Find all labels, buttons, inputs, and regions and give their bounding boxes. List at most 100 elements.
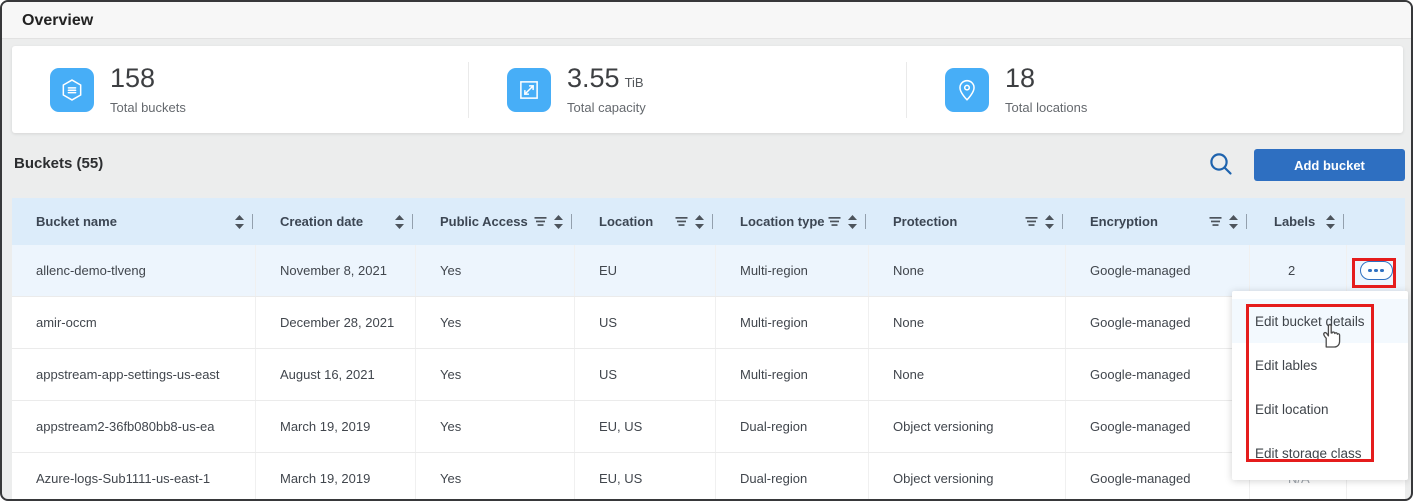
stat-text: 158 Total buckets	[110, 64, 186, 115]
add-bucket-button[interactable]: Add bucket	[1254, 149, 1405, 181]
column-divider	[1062, 214, 1063, 229]
table-row: appstream2-36fb080bb8-us-ea March 19, 20…	[12, 401, 1405, 453]
filter-icon[interactable]	[1209, 216, 1222, 227]
sort-icon[interactable]	[1326, 215, 1335, 229]
table-row: Azure-logs-Sub1111-us-east-1 March 19, 2…	[12, 453, 1405, 501]
cell-location: EU, US	[575, 401, 716, 452]
column-label: Labels	[1274, 214, 1315, 229]
cell-public-access: Yes	[416, 297, 575, 348]
column-label: Public Access	[440, 214, 528, 229]
page-title: Overview	[22, 2, 93, 39]
annotation-highlight-menu-items	[1246, 304, 1374, 462]
column-header-encryption[interactable]: Encryption	[1066, 198, 1250, 245]
cell-bucket-name: allenc-demo-tlveng	[12, 245, 256, 296]
column-divider	[1246, 214, 1247, 229]
column-label: Location	[599, 214, 653, 229]
stat-number: 158	[110, 63, 155, 93]
cell-protection: Object versioning	[869, 453, 1066, 501]
column-header-labels[interactable]: Labels	[1250, 198, 1347, 245]
buckets-table: Bucket name Creation date Public Access …	[12, 198, 1405, 501]
cell-creation-date: December 28, 2021	[256, 297, 416, 348]
column-divider	[1343, 214, 1344, 229]
column-divider	[571, 214, 572, 229]
column-header-location[interactable]: Location	[575, 198, 716, 245]
column-header-public-access[interactable]: Public Access	[416, 198, 575, 245]
column-header-bucket-name[interactable]: Bucket name	[12, 198, 256, 245]
cell-encryption: Google-managed	[1066, 401, 1250, 452]
stat-unit: TiB	[625, 75, 644, 90]
page-header: Overview	[2, 2, 1411, 39]
stat-value: 3.55TiB	[567, 64, 646, 97]
column-header-actions	[1347, 198, 1405, 245]
cell-encryption: Google-managed	[1066, 297, 1250, 348]
cell-bucket-name: appstream2-36fb080bb8-us-ea	[12, 401, 256, 452]
filter-icon[interactable]	[675, 216, 688, 227]
column-header-creation-date[interactable]: Creation date	[256, 198, 416, 245]
stat-label: Total locations	[1005, 100, 1087, 115]
sort-icon[interactable]	[1045, 215, 1054, 229]
cursor-hand-icon	[1319, 322, 1342, 354]
table-row: amir-occm December 28, 2021 Yes US Multi…	[12, 297, 1405, 349]
stat-value: 18	[1005, 64, 1087, 97]
locations-icon	[945, 68, 989, 112]
filter-icon[interactable]	[534, 216, 547, 227]
search-icon[interactable]	[1208, 151, 1234, 177]
cell-labels: 2	[1250, 245, 1347, 296]
stat-label: Total buckets	[110, 100, 186, 115]
table-row: allenc-demo-tlveng November 8, 2021 Yes …	[12, 245, 1405, 297]
cell-bucket-name: Azure-logs-Sub1111-us-east-1	[12, 453, 256, 501]
cell-location-type: Dual-region	[716, 453, 869, 501]
column-label: Protection	[893, 214, 957, 229]
cell-location-type: Multi-region	[716, 349, 869, 400]
cell-public-access: Yes	[416, 401, 575, 452]
stat-number: 18	[1005, 63, 1035, 93]
column-divider	[865, 214, 866, 229]
cell-creation-date: August 16, 2021	[256, 349, 416, 400]
column-divider	[412, 214, 413, 229]
stat-total-capacity: 3.55TiB Total capacity	[468, 62, 906, 118]
cell-location-type: Multi-region	[716, 297, 869, 348]
cell-location: US	[575, 349, 716, 400]
cell-location: US	[575, 297, 716, 348]
capacity-icon	[507, 68, 551, 112]
cell-location: EU, US	[575, 453, 716, 501]
cell-encryption: Google-managed	[1066, 349, 1250, 400]
column-header-protection[interactable]: Protection	[869, 198, 1066, 245]
cell-public-access: Yes	[416, 349, 575, 400]
buckets-heading: Buckets (55)	[14, 155, 103, 172]
overview-page: Overview 158 Total buckets	[0, 0, 1413, 501]
stat-text: 3.55TiB Total capacity	[567, 64, 646, 115]
sort-icon[interactable]	[554, 215, 563, 229]
stat-label: Total capacity	[567, 100, 646, 115]
cell-creation-date: March 19, 2019	[256, 401, 416, 452]
annotation-highlight-menu-button	[1352, 258, 1396, 288]
cell-encryption: Google-managed	[1066, 245, 1250, 296]
sort-icon[interactable]	[395, 215, 404, 229]
column-divider	[712, 214, 713, 229]
buckets-icon	[50, 68, 94, 112]
cell-protection: None	[869, 297, 1066, 348]
column-label: Location type	[740, 214, 825, 229]
filter-icon[interactable]	[1025, 216, 1038, 227]
cell-protection: Object versioning	[869, 401, 1066, 452]
cell-creation-date: March 19, 2019	[256, 453, 416, 501]
sort-icon[interactable]	[695, 215, 704, 229]
filter-icon[interactable]	[828, 216, 841, 227]
sort-icon[interactable]	[1229, 215, 1238, 229]
cell-public-access: Yes	[416, 245, 575, 296]
column-divider	[252, 214, 253, 229]
stat-value: 158	[110, 64, 186, 97]
stat-text: 18 Total locations	[1005, 64, 1087, 115]
sort-icon[interactable]	[235, 215, 244, 229]
column-header-location-type[interactable]: Location type	[716, 198, 869, 245]
table-header-row: Bucket name Creation date Public Access …	[12, 198, 1405, 245]
column-label: Bucket name	[36, 214, 117, 229]
cell-public-access: Yes	[416, 453, 575, 501]
sort-icon[interactable]	[848, 215, 857, 229]
table-row: appstream-app-settings-us-east August 16…	[12, 349, 1405, 401]
stat-total-locations: 18 Total locations	[906, 62, 1403, 118]
cell-protection: None	[869, 245, 1066, 296]
column-label: Creation date	[280, 214, 363, 229]
cell-location-type: Multi-region	[716, 245, 869, 296]
cell-location-type: Dual-region	[716, 401, 869, 452]
